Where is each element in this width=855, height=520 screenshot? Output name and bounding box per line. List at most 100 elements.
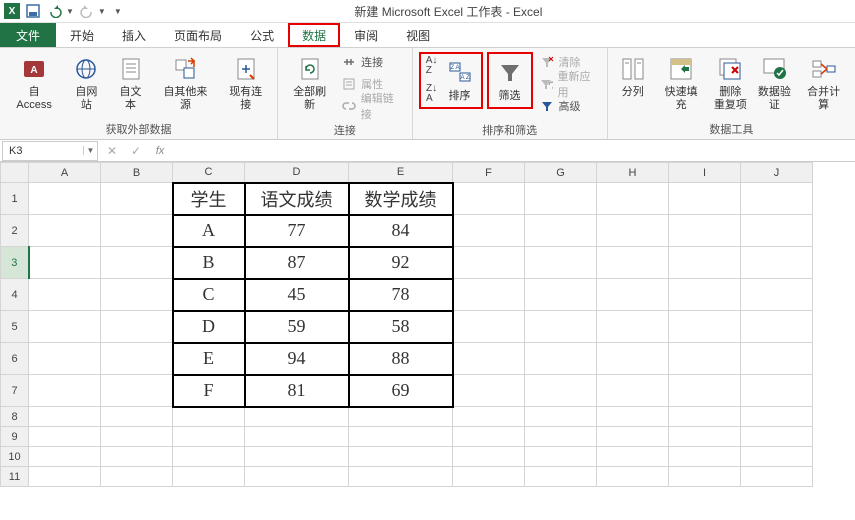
cell-A2[interactable]: [29, 215, 101, 247]
cell-D7[interactable]: 81: [245, 375, 349, 407]
cell-F7[interactable]: [453, 375, 525, 407]
row-header-3[interactable]: 3: [1, 247, 29, 279]
cell-D4[interactable]: 45: [245, 279, 349, 311]
cell-I10[interactable]: [669, 447, 741, 467]
column-header-G[interactable]: G: [525, 163, 597, 183]
cell-A8[interactable]: [29, 407, 101, 427]
cell-I7[interactable]: [669, 375, 741, 407]
cell-D10[interactable]: [245, 447, 349, 467]
cell-E9[interactable]: [349, 427, 453, 447]
cell-F10[interactable]: [453, 447, 525, 467]
cell-B8[interactable]: [101, 407, 173, 427]
cell-C6[interactable]: E: [173, 343, 245, 375]
cell-D2[interactable]: 77: [245, 215, 349, 247]
cell-I5[interactable]: [669, 311, 741, 343]
tab-view[interactable]: 视图: [392, 23, 444, 47]
cell-F9[interactable]: [453, 427, 525, 447]
cell-E8[interactable]: [349, 407, 453, 427]
cell-B2[interactable]: [101, 215, 173, 247]
tab-insert[interactable]: 插入: [108, 23, 160, 47]
cell-F6[interactable]: [453, 343, 525, 375]
cell-D3[interactable]: 87: [245, 247, 349, 279]
row-header-8[interactable]: 8: [1, 407, 29, 427]
name-box[interactable]: K3 ▼: [2, 141, 98, 161]
remove-duplicates-button[interactable]: 删除 重复项: [710, 52, 750, 114]
cell-C9[interactable]: [173, 427, 245, 447]
cell-H9[interactable]: [597, 427, 669, 447]
save-icon[interactable]: [24, 2, 42, 20]
cell-E2[interactable]: 84: [349, 215, 453, 247]
cell-B1[interactable]: [101, 183, 173, 215]
cell-D11[interactable]: [245, 467, 349, 487]
row-header-11[interactable]: 11: [1, 467, 29, 487]
cell-C7[interactable]: F: [173, 375, 245, 407]
column-header-A[interactable]: A: [29, 163, 101, 183]
cell-F5[interactable]: [453, 311, 525, 343]
tab-data[interactable]: 数据: [288, 23, 340, 47]
cell-J6[interactable]: [741, 343, 813, 375]
cell-I6[interactable]: [669, 343, 741, 375]
cell-D5[interactable]: 59: [245, 311, 349, 343]
cell-E5[interactable]: 58: [349, 311, 453, 343]
reapply-button[interactable]: 重新应用: [537, 74, 601, 94]
cell-G10[interactable]: [525, 447, 597, 467]
cell-B3[interactable]: [101, 247, 173, 279]
row-header-6[interactable]: 6: [1, 343, 29, 375]
cell-I8[interactable]: [669, 407, 741, 427]
redo-dropdown-icon[interactable]: ▼: [98, 7, 106, 16]
formula-enter-icon[interactable]: ✓: [124, 144, 148, 158]
column-header-F[interactable]: F: [453, 163, 525, 183]
consolidate-button[interactable]: 合并计算: [798, 52, 849, 114]
cell-C11[interactable]: [173, 467, 245, 487]
cell-J2[interactable]: [741, 215, 813, 247]
cell-E7[interactable]: 69: [349, 375, 453, 407]
redo-icon[interactable]: [78, 2, 96, 20]
cell-C5[interactable]: D: [173, 311, 245, 343]
row-header-5[interactable]: 5: [1, 311, 29, 343]
formula-cancel-icon[interactable]: ✕: [100, 144, 124, 158]
cell-A5[interactable]: [29, 311, 101, 343]
tab-home[interactable]: 开始: [56, 23, 108, 47]
cell-J3[interactable]: [741, 247, 813, 279]
cell-J8[interactable]: [741, 407, 813, 427]
column-header-B[interactable]: B: [101, 163, 173, 183]
from-web-button[interactable]: 自网站: [66, 52, 106, 114]
cell-A1[interactable]: [29, 183, 101, 215]
cell-G1[interactable]: [525, 183, 597, 215]
row-header-7[interactable]: 7: [1, 375, 29, 407]
cell-C4[interactable]: C: [173, 279, 245, 311]
cell-I3[interactable]: [669, 247, 741, 279]
qat-customize-icon[interactable]: ▼: [114, 7, 122, 16]
cell-J10[interactable]: [741, 447, 813, 467]
column-header-I[interactable]: I: [669, 163, 741, 183]
cell-D8[interactable]: [245, 407, 349, 427]
cell-B5[interactable]: [101, 311, 173, 343]
cell-A3[interactable]: [29, 247, 101, 279]
row-header-10[interactable]: 10: [1, 447, 29, 467]
cell-G8[interactable]: [525, 407, 597, 427]
cell-F3[interactable]: [453, 247, 525, 279]
cell-E10[interactable]: [349, 447, 453, 467]
cell-J5[interactable]: [741, 311, 813, 343]
row-header-2[interactable]: 2: [1, 215, 29, 247]
cell-D1[interactable]: 语文成绩: [245, 183, 349, 215]
cell-G3[interactable]: [525, 247, 597, 279]
cell-I4[interactable]: [669, 279, 741, 311]
cell-D9[interactable]: [245, 427, 349, 447]
from-text-button[interactable]: 自文本: [110, 52, 150, 114]
cell-J4[interactable]: [741, 279, 813, 311]
cell-C1[interactable]: 学生: [173, 183, 245, 215]
cell-H11[interactable]: [597, 467, 669, 487]
cell-E1[interactable]: 数学成绩: [349, 183, 453, 215]
cell-H6[interactable]: [597, 343, 669, 375]
cell-G6[interactable]: [525, 343, 597, 375]
cell-A7[interactable]: [29, 375, 101, 407]
connections-button[interactable]: 连接: [339, 52, 405, 72]
edit-links-button[interactable]: 编辑链接: [339, 96, 405, 116]
column-header-D[interactable]: D: [245, 163, 349, 183]
refresh-all-button[interactable]: 全部刷新: [284, 52, 335, 114]
name-box-dropdown-icon[interactable]: ▼: [83, 146, 97, 155]
cell-C3[interactable]: B: [173, 247, 245, 279]
column-header-E[interactable]: E: [349, 163, 453, 183]
text-to-columns-button[interactable]: 分列: [614, 52, 652, 101]
